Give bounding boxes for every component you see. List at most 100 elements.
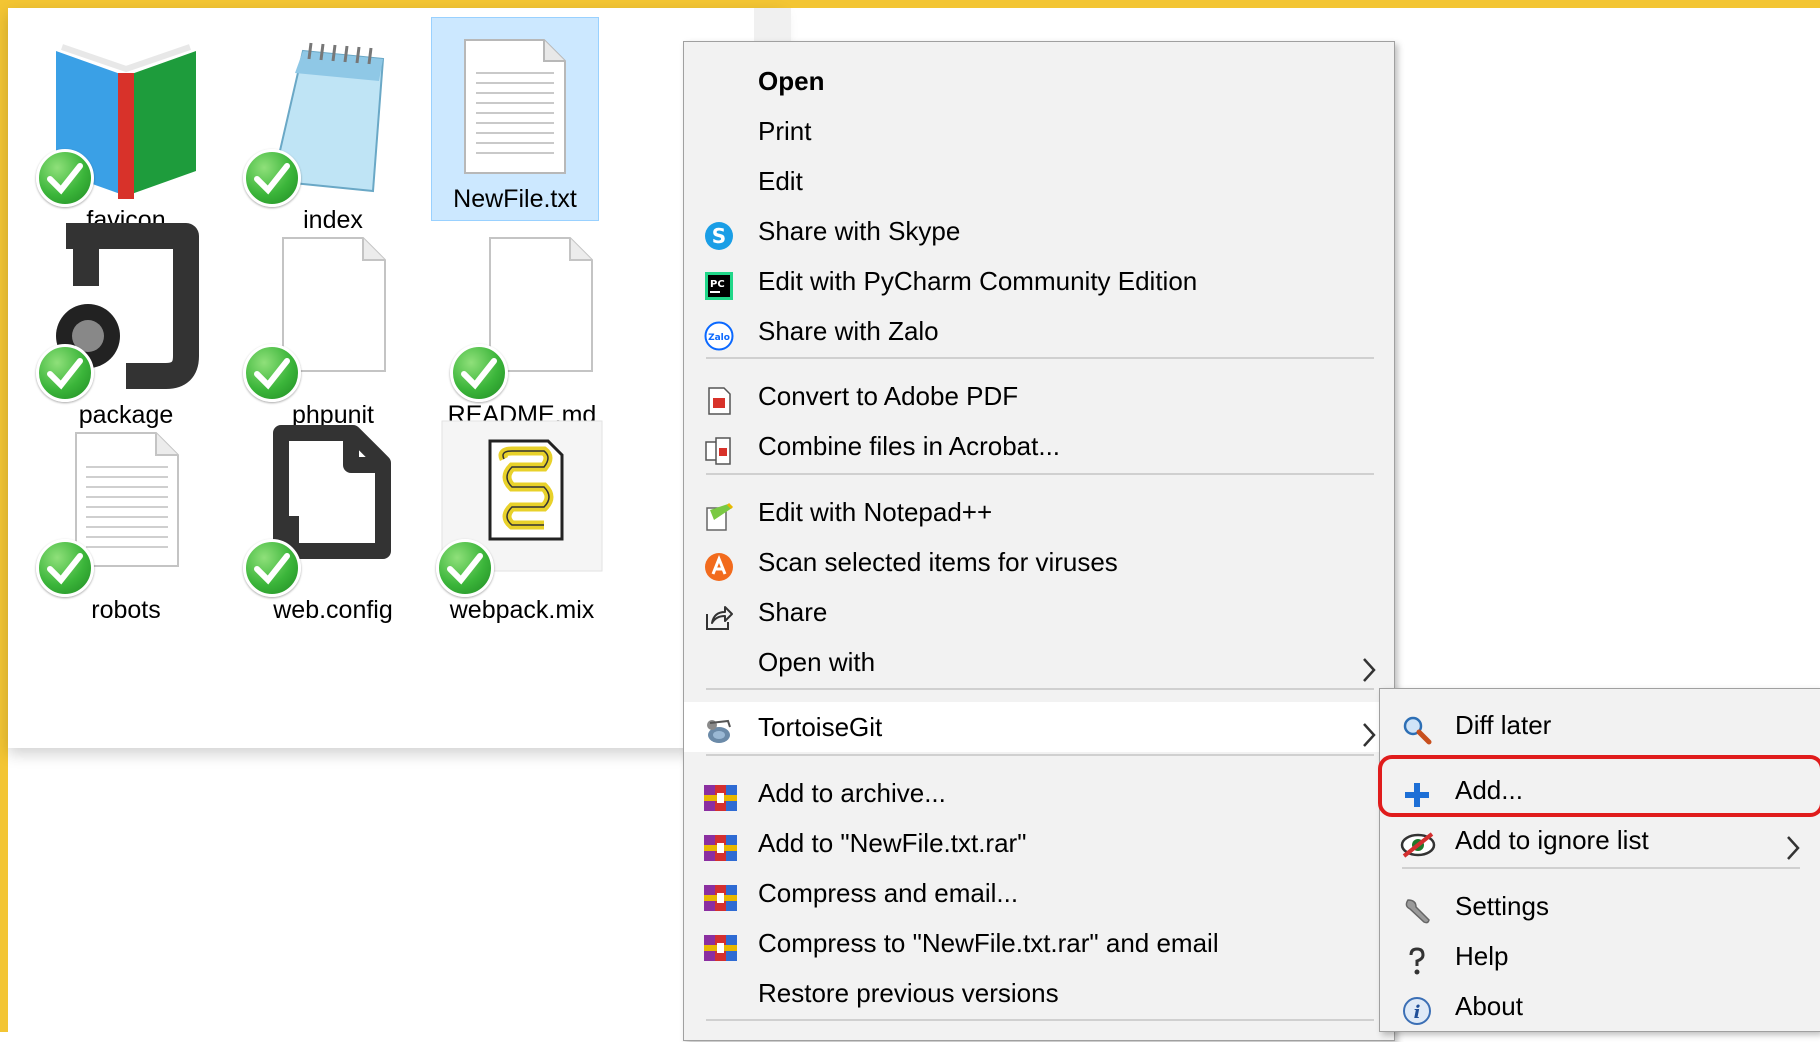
menu-item-label: Convert to Adobe PDF (758, 381, 1019, 411)
file-item-newfile[interactable]: NewFile.txt (431, 17, 599, 221)
menu-item-restore-versions[interactable]: Restore previous versions (684, 968, 1394, 1018)
file-item-robots[interactable]: robots (26, 411, 226, 633)
menu-item-label: Scan selected items for viruses (758, 547, 1118, 577)
menu-item-label: Share with Zalo (758, 316, 939, 346)
winrar-icon (704, 929, 737, 961)
menu-item-label: Compress to "NewFile.txt.rar" and email (758, 928, 1219, 958)
menu-item-share-skype[interactable]: S Share with Skype (684, 206, 1394, 256)
submenu-item-help[interactable]: Help (1380, 931, 1820, 981)
wrench-icon (1402, 892, 1432, 924)
menu-item-label: Open with (758, 647, 876, 677)
file-name: web.config (273, 596, 393, 624)
submenu-item-ignore-list[interactable]: Add to ignore list (1380, 815, 1820, 865)
menu-item-edit[interactable]: Edit (684, 156, 1394, 206)
add-highlight-box (1378, 755, 1820, 817)
menu-item-add-to-archive[interactable]: Add to archive... (684, 768, 1394, 818)
menu-item-tortoisegit[interactable]: TortoiseGit (684, 702, 1394, 752)
menu-item-edit-notepadpp[interactable]: Edit with Notepad++ (684, 487, 1394, 537)
book-icon (26, 21, 226, 209)
svg-text:i: i (1414, 1002, 1421, 1023)
file-item-favicon[interactable]: favicon (26, 21, 226, 243)
menu-separator (706, 754, 1374, 756)
menu-item-label: Print (758, 116, 812, 146)
menu-item-print[interactable]: Print (684, 106, 1394, 156)
menu-item-label: Edit with Notepad++ (758, 497, 993, 527)
menu-item-convert-pdf[interactable]: Convert to Adobe PDF (684, 371, 1394, 421)
config-file-icon (233, 411, 433, 599)
submenu-item-settings[interactable]: Settings (1380, 881, 1820, 931)
menu-item-label: TortoiseGit (758, 712, 883, 742)
json-file-icon (26, 216, 226, 404)
file-item-package[interactable]: package (26, 216, 226, 438)
menu-item-compress-rar-email[interactable]: Compress to "NewFile.txt.rar" and email (684, 918, 1394, 968)
menu-item-label: Add to archive... (758, 778, 946, 808)
menu-item-label: Help (1455, 941, 1509, 971)
tortoisegit-icon (704, 713, 734, 743)
blank-file-icon (233, 216, 433, 404)
file-name: NewFile.txt (453, 185, 577, 213)
winrar-icon (704, 779, 737, 811)
chevron-right-icon (1362, 714, 1376, 747)
svg-text:PC: PC (710, 279, 725, 290)
explorer-file-view: favicon index NewFile.txt package phpuni… (8, 8, 791, 748)
skype-icon: S (704, 217, 734, 250)
menu-item-label: Edit (758, 166, 803, 196)
menu-item-combine-acrobat[interactable]: Combine files in Acrobat... (684, 421, 1394, 471)
notepadpp-icon (704, 498, 734, 531)
magnifier-icon (1402, 711, 1432, 745)
menu-item-label: Open (758, 66, 825, 96)
winrar-icon (704, 829, 737, 861)
menu-item-share[interactable]: Share (684, 587, 1394, 637)
submenu-item-diff-later[interactable]: Diff later (1380, 700, 1820, 750)
acrobat-combine-icon (704, 432, 734, 465)
file-name: robots (91, 596, 161, 624)
menu-item-label: Edit with PyCharm Community Edition (758, 266, 1198, 296)
svg-text:Zalo: Zalo (708, 333, 730, 343)
file-name: webpack.mix (449, 596, 595, 624)
file-item-readme[interactable]: README.md (440, 216, 640, 438)
menu-item-label: Compress and email... (758, 878, 1019, 908)
text-file-icon (432, 18, 598, 206)
menu-item-label: Settings (1455, 891, 1549, 921)
menu-item-label: Add to "NewFile.txt.rar" (758, 828, 1027, 858)
menu-separator (1402, 867, 1800, 869)
chevron-right-icon (1362, 649, 1376, 682)
file-item-index[interactable]: index (233, 21, 433, 243)
winrar-icon (704, 879, 737, 911)
menu-item-label: Add to ignore list (1455, 825, 1649, 855)
menu-separator (706, 357, 1374, 359)
ignore-icon (1400, 826, 1436, 858)
info-icon: i (1402, 992, 1432, 1025)
menu-item-label: Share with Skype (758, 216, 961, 246)
menu-item-label: Share (758, 597, 828, 627)
tortoisegit-submenu: Diff later Add... Add to ignore list Set… (1379, 688, 1820, 1032)
menu-separator (706, 473, 1374, 475)
file-item-web-config[interactable]: web.config (233, 411, 433, 633)
share-icon (704, 598, 734, 630)
menu-item-open-with[interactable]: Open with (684, 637, 1394, 687)
file-item-phpunit[interactable]: phpunit (233, 216, 433, 438)
notepad-icon (233, 21, 433, 209)
menu-item-scan-viruses[interactable]: Scan selected items for viruses (684, 537, 1394, 587)
menu-separator (706, 1019, 1374, 1021)
help-icon (1402, 942, 1432, 975)
menu-separator (706, 688, 1374, 690)
menu-item-add-to-rar[interactable]: Add to "NewFile.txt.rar" (684, 818, 1394, 868)
menu-item-label: Combine files in Acrobat... (758, 431, 1061, 461)
pycharm-icon: PC (704, 267, 734, 300)
zalo-icon: Zalo (704, 317, 734, 351)
window-frame-left (0, 0, 8, 1032)
menu-item-label: About (1455, 991, 1523, 1021)
file-item-webpack-mix[interactable]: webpack.mix (436, 411, 640, 633)
menu-item-edit-pycharm[interactable]: PC Edit with PyCharm Community Edition (684, 256, 1394, 306)
menu-item-compress-email[interactable]: Compress and email... (684, 868, 1394, 918)
blank-file-icon (440, 216, 640, 404)
menu-item-label: Diff later (1455, 710, 1552, 740)
menu-item-open[interactable]: Open (684, 56, 1394, 106)
submenu-item-about[interactable]: i About (1380, 981, 1820, 1031)
menu-item-share-zalo[interactable]: Zalo Share with Zalo (684, 306, 1394, 356)
script-file-icon (436, 411, 640, 599)
context-menu: Open Print Edit S Share with Skype PC Ed… (683, 41, 1395, 1041)
text-file-icon (26, 411, 226, 599)
window-frame-top (0, 0, 1820, 8)
